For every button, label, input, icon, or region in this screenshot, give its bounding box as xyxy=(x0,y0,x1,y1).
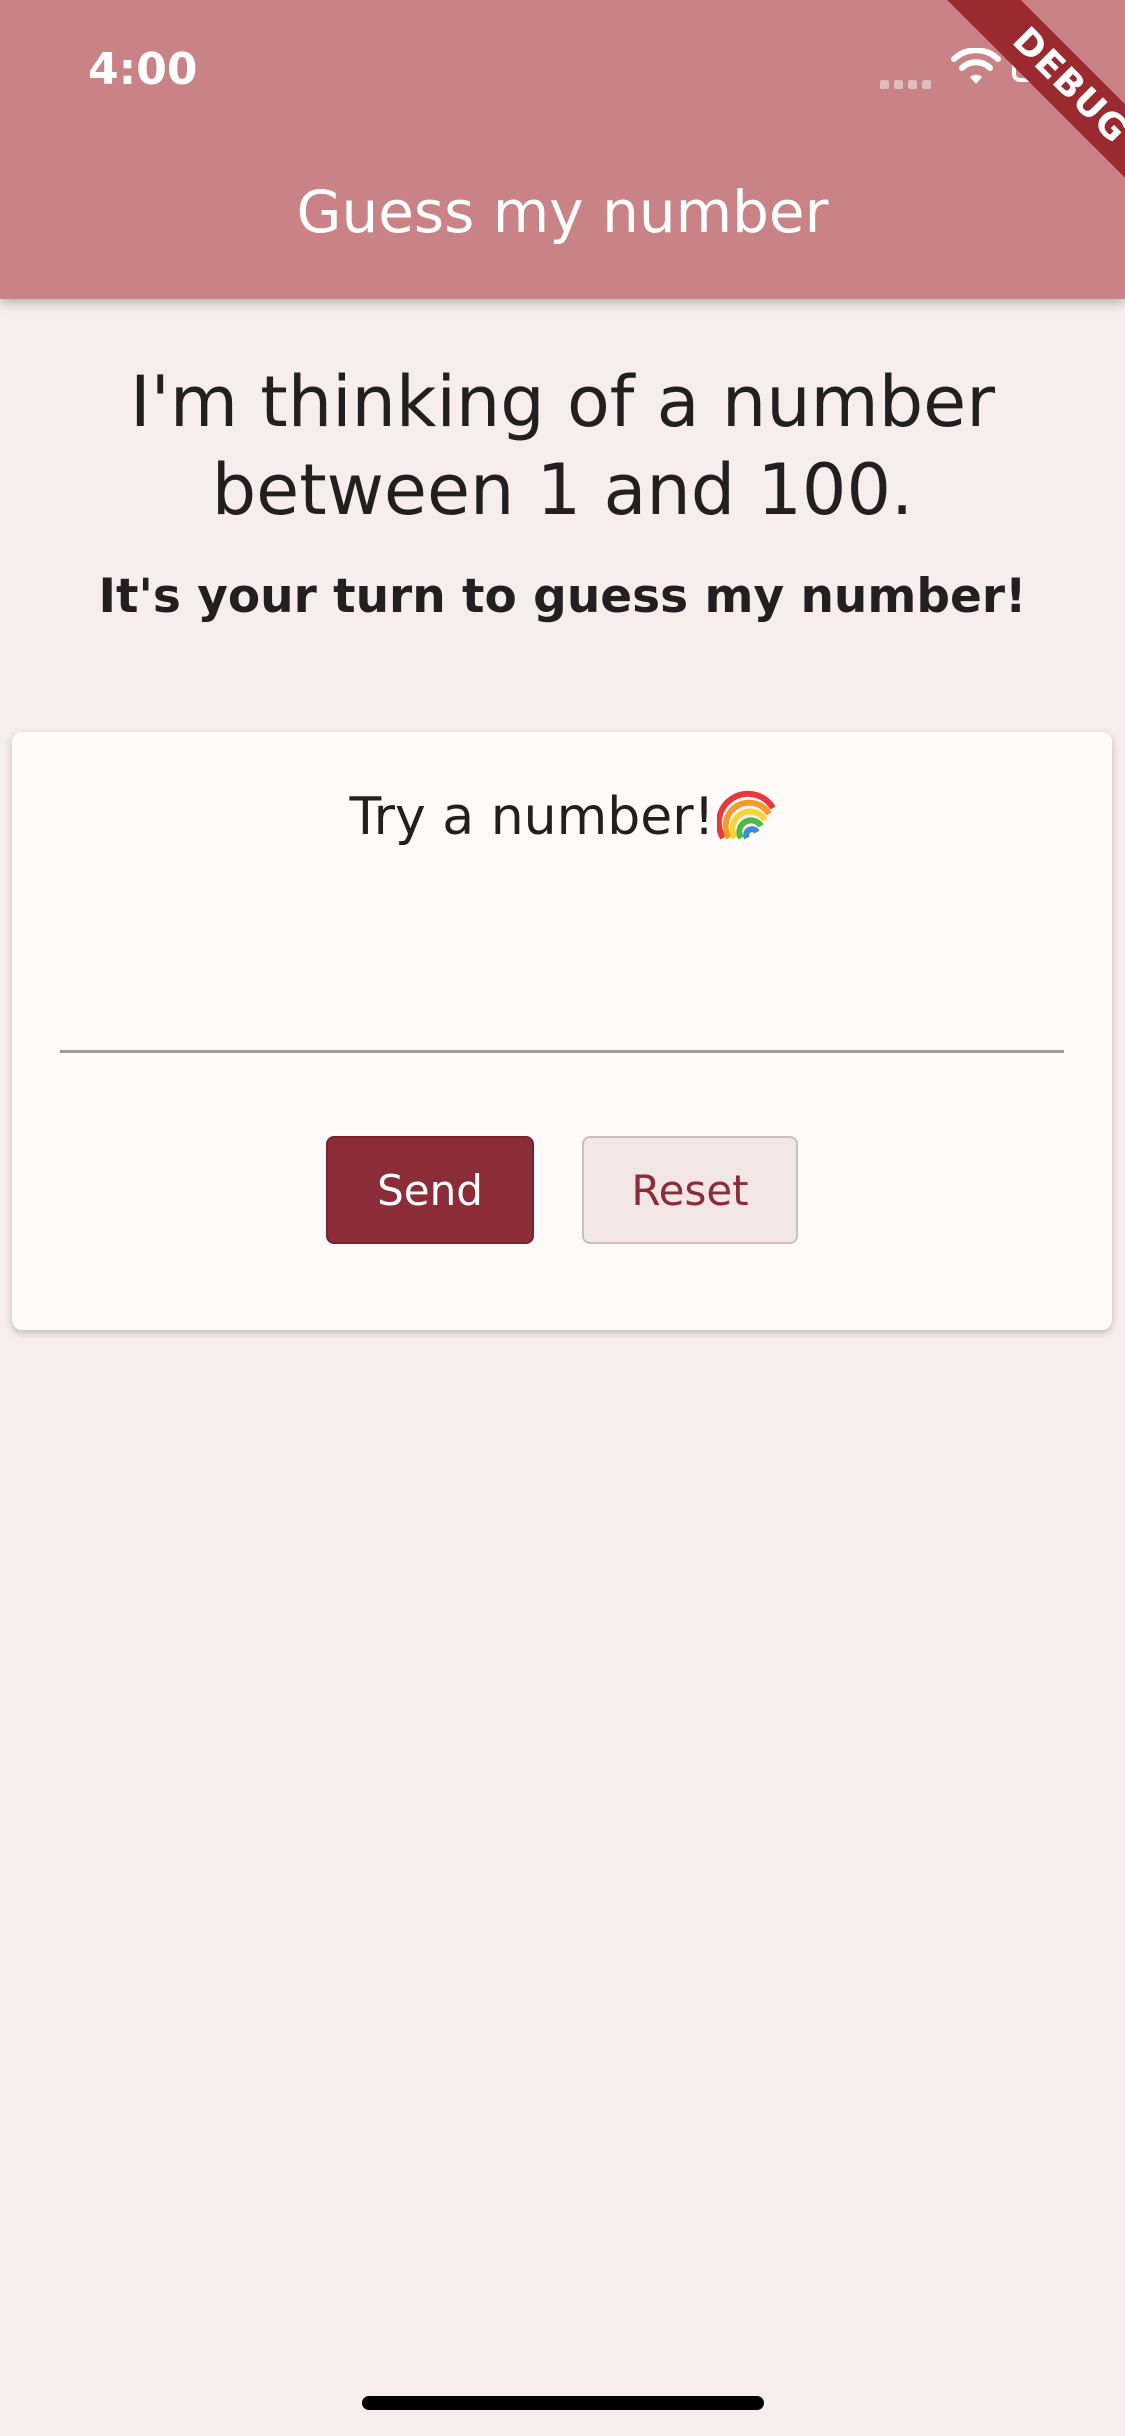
guess-card: Try a number! Send Reset xyxy=(12,732,1112,1330)
app-bar: 4:00 DEBUG Guess my number xyxy=(0,0,1125,299)
send-button[interactable]: Send xyxy=(326,1136,534,1244)
wifi-icon xyxy=(951,48,1001,84)
card-title-label: Try a number! xyxy=(349,787,715,847)
page-title: Guess my number xyxy=(296,178,829,246)
status-time: 4:00 xyxy=(88,44,198,95)
instruction-text: It's your turn to guess my number! xyxy=(98,569,1027,624)
rainbow-icon xyxy=(716,790,775,840)
card-title: Try a number! xyxy=(12,782,1112,852)
signal-icon xyxy=(880,74,936,93)
reset-button[interactable]: Reset xyxy=(582,1136,798,1244)
number-input[interactable] xyxy=(60,882,1064,1053)
home-indicator[interactable] xyxy=(362,2396,764,2410)
intro-text: I'm thinking of a number between 1 and 1… xyxy=(129,361,996,531)
